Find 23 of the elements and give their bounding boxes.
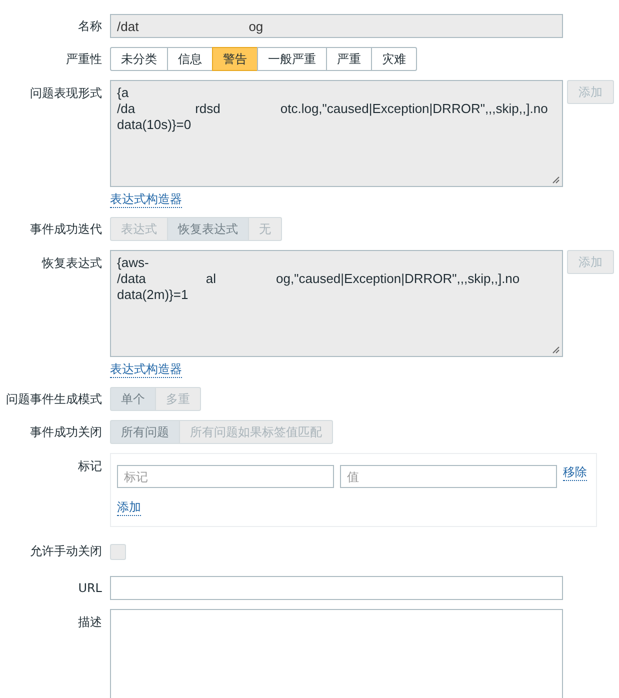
value-input[interactable]: 值 bbox=[340, 465, 557, 488]
field-label: 问题表现形式 bbox=[29, 85, 103, 102]
field-label: 问题事件生成模式 bbox=[5, 390, 103, 408]
field-label: 标记 bbox=[77, 458, 103, 475]
field-label: 事件成功迭代 bbox=[29, 220, 103, 238]
remove-link[interactable]: 移除 bbox=[563, 465, 587, 481]
severity-option[interactable]: 灾难 bbox=[371, 47, 417, 71]
severity-option[interactable]: 未分类 bbox=[110, 47, 168, 71]
field-label: 严重性 bbox=[65, 50, 103, 68]
field-label: 描述 bbox=[77, 614, 103, 631]
field-label: 名称 bbox=[77, 18, 103, 34]
field-label: 恢复表达式 bbox=[40, 255, 103, 272]
severity-option[interactable]: 警告 bbox=[212, 47, 258, 71]
field-label: 允许手动关闭 bbox=[29, 543, 103, 560]
tag-input[interactable]: 标记 bbox=[117, 465, 334, 488]
url-input[interactable] bbox=[110, 576, 563, 600]
severity-option[interactable]: 信息 bbox=[167, 47, 213, 71]
severity-option[interactable]: 严重 bbox=[326, 47, 372, 71]
severity-option[interactable]: 一般严重 bbox=[257, 47, 327, 71]
field-label: URL bbox=[77, 581, 103, 595]
add-link[interactable]: 添加 bbox=[117, 500, 141, 516]
field-label: 事件成功关闭 bbox=[29, 424, 103, 440]
description-field[interactable] bbox=[110, 609, 563, 698]
